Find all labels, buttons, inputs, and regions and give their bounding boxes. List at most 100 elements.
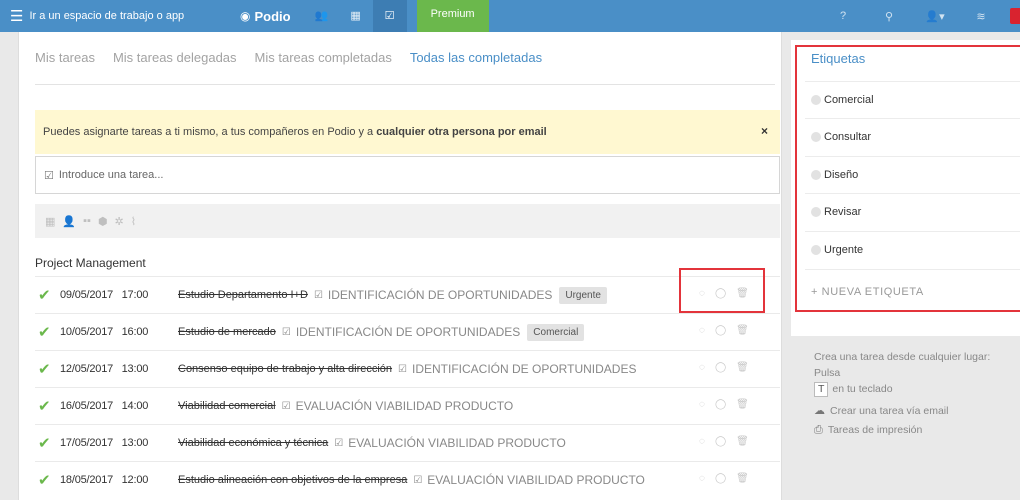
- task-due-date: 10/05/2017 16:00: [60, 326, 178, 338]
- tab-delegated-tasks[interactable]: Mis tareas delegadas: [113, 50, 237, 65]
- delete-icon[interactable]: 🗑: [736, 473, 749, 484]
- task-row[interactable]: ✔ 18/05/2017 12:00 Estudio alineación con …: [35, 461, 780, 498]
- task-reference[interactable]: IDENTIFICACIÓN DE OPORTUNIDADES: [328, 288, 552, 302]
- reminder-icon[interactable]: ◯: [715, 362, 726, 373]
- recurrence-icon[interactable]: ◌: [699, 436, 705, 447]
- task-due-date: 09/05/2017 17:00: [60, 289, 178, 301]
- task-row[interactable]: ✔ 16/05/2017 14:00 Viabilidad comercial ☑ EV…: [35, 387, 780, 424]
- search-icon[interactable]: ⚲: [866, 10, 912, 23]
- task-reference[interactable]: IDENTIFICACIÓN DE OPORTUNIDADES: [412, 362, 636, 376]
- delete-icon[interactable]: 🗑: [736, 325, 749, 336]
- task-reference[interactable]: IDENTIFICACIÓN DE OPORTUNIDADES: [296, 325, 520, 339]
- calendar-icon[interactable]: ▦: [339, 0, 373, 32]
- grid-filter-icon[interactable]: ▪▪: [83, 215, 91, 227]
- recurrence-icon[interactable]: ◌: [699, 473, 705, 484]
- highlight-box-actions: [679, 268, 765, 313]
- completed-check-icon[interactable]: ✔: [38, 323, 56, 341]
- new-task-input[interactable]: ☑ Introduce una tarea...: [35, 156, 780, 194]
- task-row[interactable]: ✔ 17/05/2017 13:00 Viabilidad económica y …: [35, 424, 780, 461]
- menu-icon: ☰: [10, 8, 24, 25]
- recurrence-icon[interactable]: ◌: [699, 362, 705, 373]
- task-reference[interactable]: EVALUACIÓN VIABILIDAD PRODUCTO: [427, 473, 645, 487]
- task-title[interactable]: Viabilidad comercial: [178, 400, 276, 412]
- task-tag[interactable]: Comercial: [527, 323, 585, 341]
- reminder-icon[interactable]: ◯: [715, 325, 726, 336]
- task-row[interactable]: ✔ 09/05/2017 17:00 Estudio Departamento I+…: [35, 276, 780, 313]
- premium-button[interactable]: Premium: [416, 0, 489, 32]
- recurrence-icon[interactable]: ◌: [699, 325, 705, 336]
- tab-my-tasks[interactable]: Mis tareas: [35, 50, 95, 65]
- task-title[interactable]: Viabilidad económica y técnica: [178, 437, 328, 449]
- email-task-link-text: Crear una tarea vía email: [830, 405, 949, 417]
- recurrence-icon[interactable]: ◌: [699, 399, 705, 410]
- completed-check-icon[interactable]: ✔: [38, 434, 56, 452]
- info-banner-bold-link[interactable]: cualquier otra persona por email: [376, 126, 547, 138]
- podio-logo-icon: ◉: [240, 9, 251, 23]
- tasks-main-panel: Mis tareas Mis tareas delegadas Mis tare…: [18, 32, 782, 500]
- tasks-icon[interactable]: ☑: [372, 0, 407, 32]
- task-date-part: 12/05/2017: [60, 363, 114, 375]
- calendar-filter-icon[interactable]: ▦: [45, 215, 55, 228]
- reminder-icon[interactable]: ◯: [715, 436, 726, 447]
- top-navigation-bar: ☰ Ir a un espacio de trabajo o app ◉ Pod…: [0, 0, 1020, 32]
- task-title[interactable]: Estudio de mercado: [178, 326, 276, 338]
- delete-icon[interactable]: 🗑: [736, 362, 749, 373]
- task-date-part: 13:00: [121, 363, 149, 375]
- task-reference-icon: ☑: [313, 289, 323, 301]
- activity-feed-icon[interactable]: ≋: [958, 10, 1004, 23]
- section-title: Project Management: [35, 256, 146, 270]
- completed-check-icon[interactable]: ✔: [38, 360, 56, 378]
- task-reference[interactable]: EVALUACIÓN VIABILIDAD PRODUCTO: [348, 436, 566, 450]
- topbar-right-tools: ? ⚲ 👤▾ ≋: [820, 0, 1020, 32]
- user-filter-icon[interactable]: 👤: [62, 215, 76, 228]
- task-reference-icon: ☑: [398, 363, 407, 375]
- shortcut-key: T: [814, 382, 829, 397]
- task-due-date: 18/05/2017 12:00: [60, 474, 178, 486]
- workspace-filter-icon[interactable]: ⬢: [98, 215, 108, 228]
- task-reference-icon: ☑: [281, 326, 291, 338]
- tab-my-completed-tasks[interactable]: Mis tareas completadas: [255, 50, 392, 65]
- podio-logo[interactable]: ◉ Podio: [240, 9, 291, 24]
- task-date-part: 17/05/2017: [60, 437, 114, 449]
- task-reference-icon: ☑: [281, 400, 291, 412]
- completed-check-icon[interactable]: ✔: [38, 286, 56, 304]
- task-date-part: 17:00: [121, 289, 149, 301]
- task-due-date: 16/05/2017 14:00: [60, 400, 178, 412]
- task-title[interactable]: Consenso equipo de trabajo y alta direcc…: [178, 363, 392, 375]
- completed-check-icon[interactable]: ✔: [38, 471, 56, 489]
- task-list: ✔ 09/05/2017 17:00 Estudio Departamento I+…: [35, 276, 780, 498]
- completed-check-icon[interactable]: ✔: [38, 397, 56, 415]
- user-menu-icon[interactable]: 👤▾: [912, 10, 958, 23]
- task-actions: ◌ ◯ 🗑: [699, 399, 759, 410]
- help-panel: Crea una tarea desde cualquier lugar: Pu…: [814, 349, 1014, 438]
- tabs-divider: [35, 84, 775, 85]
- close-banner-button[interactable]: ×: [761, 124, 768, 138]
- task-reference[interactable]: EVALUACIÓN VIABILIDAD PRODUCTO: [296, 399, 514, 413]
- workspace-switcher[interactable]: ☰ Ir a un espacio de trabajo o app: [0, 0, 200, 32]
- reminder-icon[interactable]: ◯: [715, 473, 726, 484]
- task-tag[interactable]: Urgente: [559, 286, 607, 304]
- task-actions: ◌ ◯ 🗑: [699, 473, 759, 484]
- task-title[interactable]: Estudio Departamento I+D: [178, 289, 308, 301]
- reminder-icon[interactable]: ◯: [715, 399, 726, 410]
- contacts-icon[interactable]: 👥: [305, 0, 339, 32]
- delete-icon[interactable]: 🗑: [736, 399, 749, 410]
- task-title[interactable]: Estudio alineación con objetivos de la e…: [178, 474, 407, 486]
- notifications-icon[interactable]: [1010, 8, 1020, 24]
- attachment-filter-icon[interactable]: ⌇: [131, 215, 136, 228]
- task-date-part: 12:00: [121, 474, 149, 486]
- help-icon[interactable]: ?: [820, 10, 866, 22]
- highlight-box-labels: [795, 45, 1020, 312]
- delete-icon[interactable]: 🗑: [736, 436, 749, 447]
- task-row[interactable]: ✔ 10/05/2017 16:00 Estudio de mercado ☑ IDEN…: [35, 313, 780, 350]
- task-date-part: 09/05/2017: [60, 289, 114, 301]
- task-row[interactable]: ✔ 12/05/2017 13:00 Consenso equipo de trab…: [35, 350, 780, 387]
- email-task-link[interactable]: ☁ Crear una tarea vía email: [814, 403, 1014, 419]
- email-icon: ☁: [814, 405, 825, 417]
- task-date-part: 16:00: [121, 326, 149, 338]
- print-tasks-link[interactable]: ⎙ Tareas de impresión: [814, 422, 1014, 438]
- shortcut-hint-text-after: en tu teclado: [832, 383, 893, 395]
- settings-filter-icon[interactable]: ✲: [115, 215, 124, 228]
- tab-all-completed[interactable]: Todas las completadas: [410, 50, 542, 65]
- workspace-switcher-label: Ir a un espacio de trabajo o app: [29, 10, 185, 22]
